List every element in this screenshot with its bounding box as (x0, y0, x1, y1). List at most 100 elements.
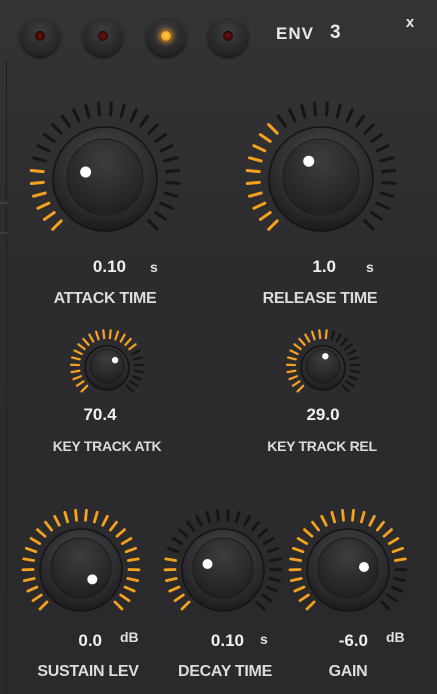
key-track-atk-label: KEY TRACK ATK (52, 438, 162, 454)
knob-tick (216, 508, 220, 522)
knob-tick (355, 114, 365, 128)
knob-tick (379, 156, 394, 163)
sustain-lev-unit: dB (120, 629, 139, 645)
knob-cap (89, 348, 125, 384)
knob-tick-active (80, 384, 89, 393)
knob-tick (129, 380, 139, 387)
knob-tick-active (324, 329, 328, 340)
knob-tick (324, 101, 329, 117)
decay-time-value: 0.10 (210, 631, 244, 650)
knob-tick (165, 180, 181, 185)
knob-tick-active (394, 557, 407, 562)
led-lamp (35, 31, 45, 41)
release-time-knob[interactable] (226, 101, 416, 265)
knob-tick-active (318, 329, 322, 340)
knob-tick-active (22, 557, 35, 562)
release-time-label: RELEASE TIME (262, 290, 378, 307)
knob-tick-active (109, 520, 118, 532)
knob-tick-active (252, 201, 267, 210)
knob-tick-active (292, 546, 305, 554)
knob-tick-active (289, 349, 299, 356)
knob-tick-active (31, 593, 43, 603)
knob-tick (251, 520, 260, 532)
knob-tick (165, 169, 181, 174)
knob-tick-active (311, 330, 316, 341)
close-button[interactable]: x (402, 14, 418, 32)
knob-tick (133, 356, 144, 361)
knob-tick-active (51, 219, 63, 231)
knob-tick-active (74, 508, 78, 522)
knob-tick-active (248, 191, 263, 198)
knob-tick-active (63, 510, 70, 524)
knob-tick-active (304, 333, 311, 343)
knob-tick-active (173, 593, 185, 603)
knob-tick-active (330, 510, 337, 524)
env-select-led-4[interactable] (208, 16, 248, 56)
knob-tick-active (42, 211, 56, 221)
knob-tick-active (245, 180, 261, 185)
knob-indicator-dot (202, 559, 213, 570)
knob-tick (32, 156, 47, 163)
key-track-rel-knob[interactable] (278, 326, 368, 406)
knob-tick (380, 600, 391, 611)
knob-tick-active (320, 514, 328, 527)
knob-tick (313, 101, 318, 117)
knob-tick (340, 337, 348, 346)
attack-time-knob[interactable] (10, 101, 200, 265)
knob-tick-active (32, 191, 47, 198)
knob-tick-active (258, 133, 272, 143)
knob-tick (375, 144, 390, 153)
knob-tick (347, 349, 357, 356)
knob-tick-active (26, 585, 39, 593)
knob-tick-active (29, 169, 45, 174)
knob-indicator-dot (358, 561, 369, 572)
knob-tick-active (376, 520, 385, 532)
knob-tick-active (120, 537, 133, 545)
knob-tick (363, 123, 375, 135)
attack-time-unit: s (150, 259, 158, 275)
env-select-led-1[interactable] (20, 16, 60, 56)
led-lamp (223, 31, 233, 41)
knob-tick (269, 557, 282, 562)
knob-tick-active (88, 333, 95, 343)
knob-tick (363, 219, 375, 231)
knob-tick-active (53, 514, 61, 527)
attack-time-value: 0.10 (92, 257, 126, 276)
knob-indicator-dot (111, 356, 119, 364)
knob-tick-active (70, 369, 81, 374)
knob-tick-active (29, 537, 42, 545)
key-track-atk-knob[interactable] (62, 326, 152, 406)
knob-tick (36, 144, 51, 153)
knob-tick-active (119, 333, 126, 343)
knob-tick-active (123, 585, 136, 593)
knob-tick (226, 508, 230, 522)
knob-tick (370, 133, 384, 143)
sustain-lev-knob[interactable] (16, 506, 146, 630)
env-select-led-2[interactable] (83, 16, 123, 56)
knob-tick-active (164, 577, 178, 583)
knob-tick-active (22, 577, 36, 583)
panel-edge-tick (0, 202, 8, 204)
knob-tick-active (101, 514, 109, 527)
knob-tick-active (84, 508, 88, 522)
knob-tick (375, 201, 390, 210)
gain-knob[interactable] (283, 506, 413, 630)
knob-indicator-dot (322, 353, 329, 360)
knob-tick (266, 546, 279, 554)
knob-tick-active (72, 375, 83, 381)
knob-tick (125, 384, 134, 393)
knob-tick (255, 600, 266, 611)
knob-tick-active (38, 600, 49, 611)
knob-tick-active (298, 593, 310, 603)
decay-time-knob[interactable] (158, 506, 288, 630)
env-select-led-3[interactable] (146, 16, 186, 56)
knob-tick-active (115, 528, 126, 538)
knob-tick (277, 114, 287, 128)
knob-tick-active (267, 123, 279, 135)
knob-tick-active (127, 557, 140, 562)
gain-value: -6.0 (338, 631, 368, 650)
knob-tick (147, 219, 159, 231)
env-title: ENV (276, 24, 314, 43)
knob-tick-active (180, 600, 191, 611)
knob-tick (330, 330, 335, 341)
